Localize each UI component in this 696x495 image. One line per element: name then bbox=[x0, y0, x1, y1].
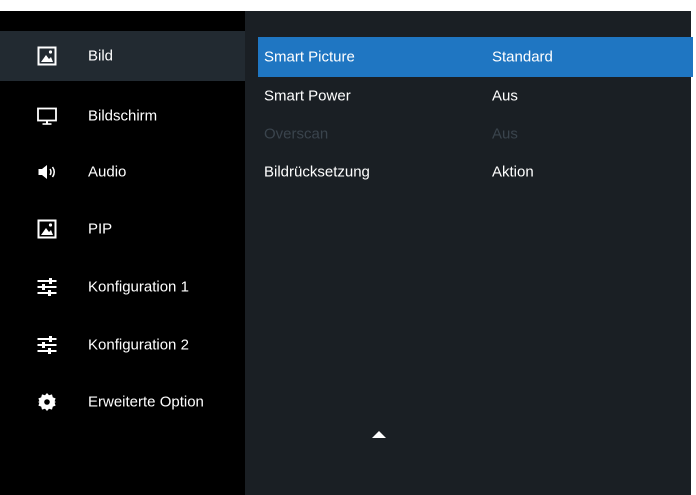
sliders-icon bbox=[37, 277, 57, 297]
setting-name: Smart Picture bbox=[264, 48, 355, 66]
setting-value: Aus bbox=[492, 87, 518, 105]
setting-row-smart-picture[interactable]: Smart Picture Standard bbox=[258, 37, 693, 77]
sidebar-item-label: Bild bbox=[88, 47, 114, 65]
sidebar-item-label: PIP bbox=[88, 220, 113, 238]
setting-row-overscan: Overscan Aus bbox=[258, 115, 693, 153]
sidebar-item-pip[interactable]: PIP bbox=[0, 204, 245, 254]
settings-list: Smart Picture Standard Smart Power Aus O… bbox=[258, 37, 693, 191]
monitor-icon bbox=[37, 106, 57, 126]
setting-name: Overscan bbox=[264, 125, 329, 143]
sidebar: Bild Bildschirm Audio PIP Konfiguration bbox=[0, 11, 245, 495]
setting-value: Standard bbox=[492, 48, 553, 66]
sidebar-item-audio[interactable]: Audio bbox=[0, 147, 245, 197]
sidebar-item-label: Bildschirm bbox=[88, 107, 158, 125]
sidebar-item-label: Konfiguration 1 bbox=[88, 278, 189, 296]
setting-row-bildruecksetzung[interactable]: Bildrücksetzung Aktion bbox=[258, 153, 693, 191]
speaker-icon bbox=[37, 162, 57, 182]
setting-value: Aktion bbox=[492, 163, 534, 181]
sidebar-item-label: Konfiguration 2 bbox=[88, 336, 189, 354]
setting-value: Aus bbox=[492, 125, 518, 143]
picture-icon bbox=[37, 219, 57, 239]
sidebar-item-erweiterte-option[interactable]: Erweiterte Option bbox=[0, 377, 245, 427]
setting-name: Bildrücksetzung bbox=[264, 163, 370, 181]
sidebar-item-bild[interactable]: Bild bbox=[0, 31, 245, 81]
sliders-icon bbox=[37, 335, 57, 355]
sidebar-item-bildschirm[interactable]: Bildschirm bbox=[0, 90, 245, 142]
sidebar-item-konfiguration-2[interactable]: Konfiguration 2 bbox=[0, 320, 245, 370]
gear-icon bbox=[37, 392, 57, 412]
sidebar-item-label: Audio bbox=[88, 163, 127, 181]
picture-icon bbox=[37, 46, 57, 66]
triangle-up-icon[interactable] bbox=[372, 431, 386, 438]
sidebar-item-konfiguration-1[interactable]: Konfiguration 1 bbox=[0, 262, 245, 312]
sidebar-item-label: Erweiterte Option bbox=[88, 393, 204, 411]
osd-menu: Bild Bildschirm Audio PIP Konfiguration bbox=[0, 11, 693, 495]
setting-row-smart-power[interactable]: Smart Power Aus bbox=[258, 77, 693, 115]
setting-name: Smart Power bbox=[264, 87, 351, 105]
